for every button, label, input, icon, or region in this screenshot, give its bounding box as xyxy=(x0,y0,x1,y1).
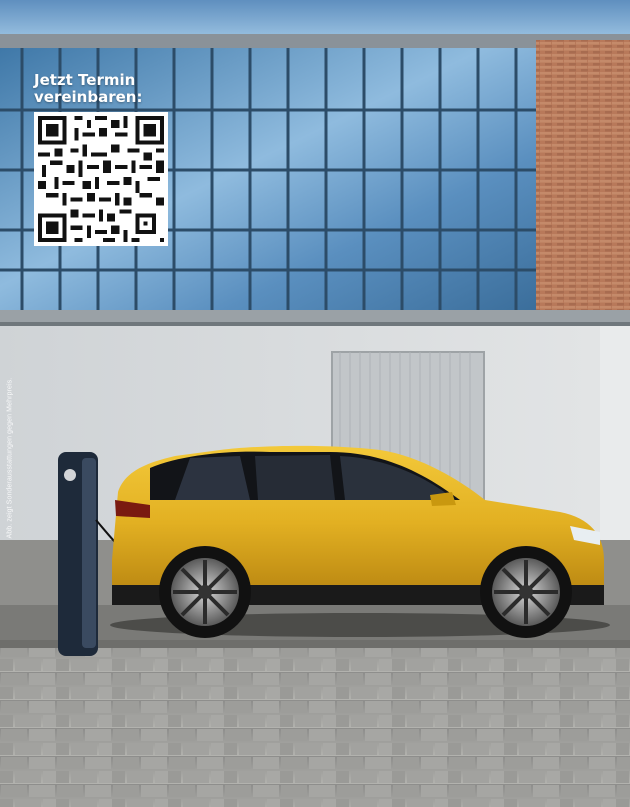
qr-code-icon[interactable] xyxy=(34,112,168,246)
rear-wheel xyxy=(159,546,251,638)
appointment-promo: Jetzt Termin vereinbaren: xyxy=(34,72,174,246)
brick-column xyxy=(536,40,630,315)
promo-title: Jetzt Termin vereinbaren: xyxy=(34,72,174,106)
promo-title-line2: vereinbaren: xyxy=(34,88,143,106)
promo-title-line1: Jetzt Termin xyxy=(34,71,136,89)
disclaimer-text: Abb. zeigt Sonderausstattungen gegen Meh… xyxy=(6,377,14,539)
pavement xyxy=(0,640,630,807)
front-wheel xyxy=(480,546,572,638)
